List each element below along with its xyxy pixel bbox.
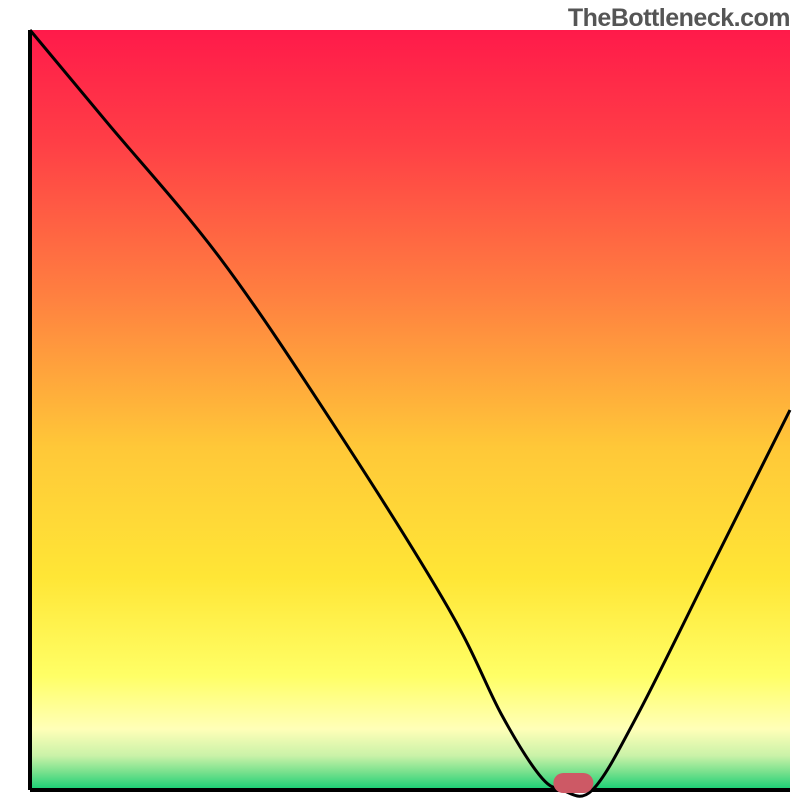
chart-svg xyxy=(0,0,800,800)
plot-background xyxy=(30,30,790,790)
bottleneck-chart: TheBottleneck.com xyxy=(0,0,800,800)
watermark-text: TheBottleneck.com xyxy=(568,4,790,33)
optimal-marker xyxy=(553,773,593,793)
